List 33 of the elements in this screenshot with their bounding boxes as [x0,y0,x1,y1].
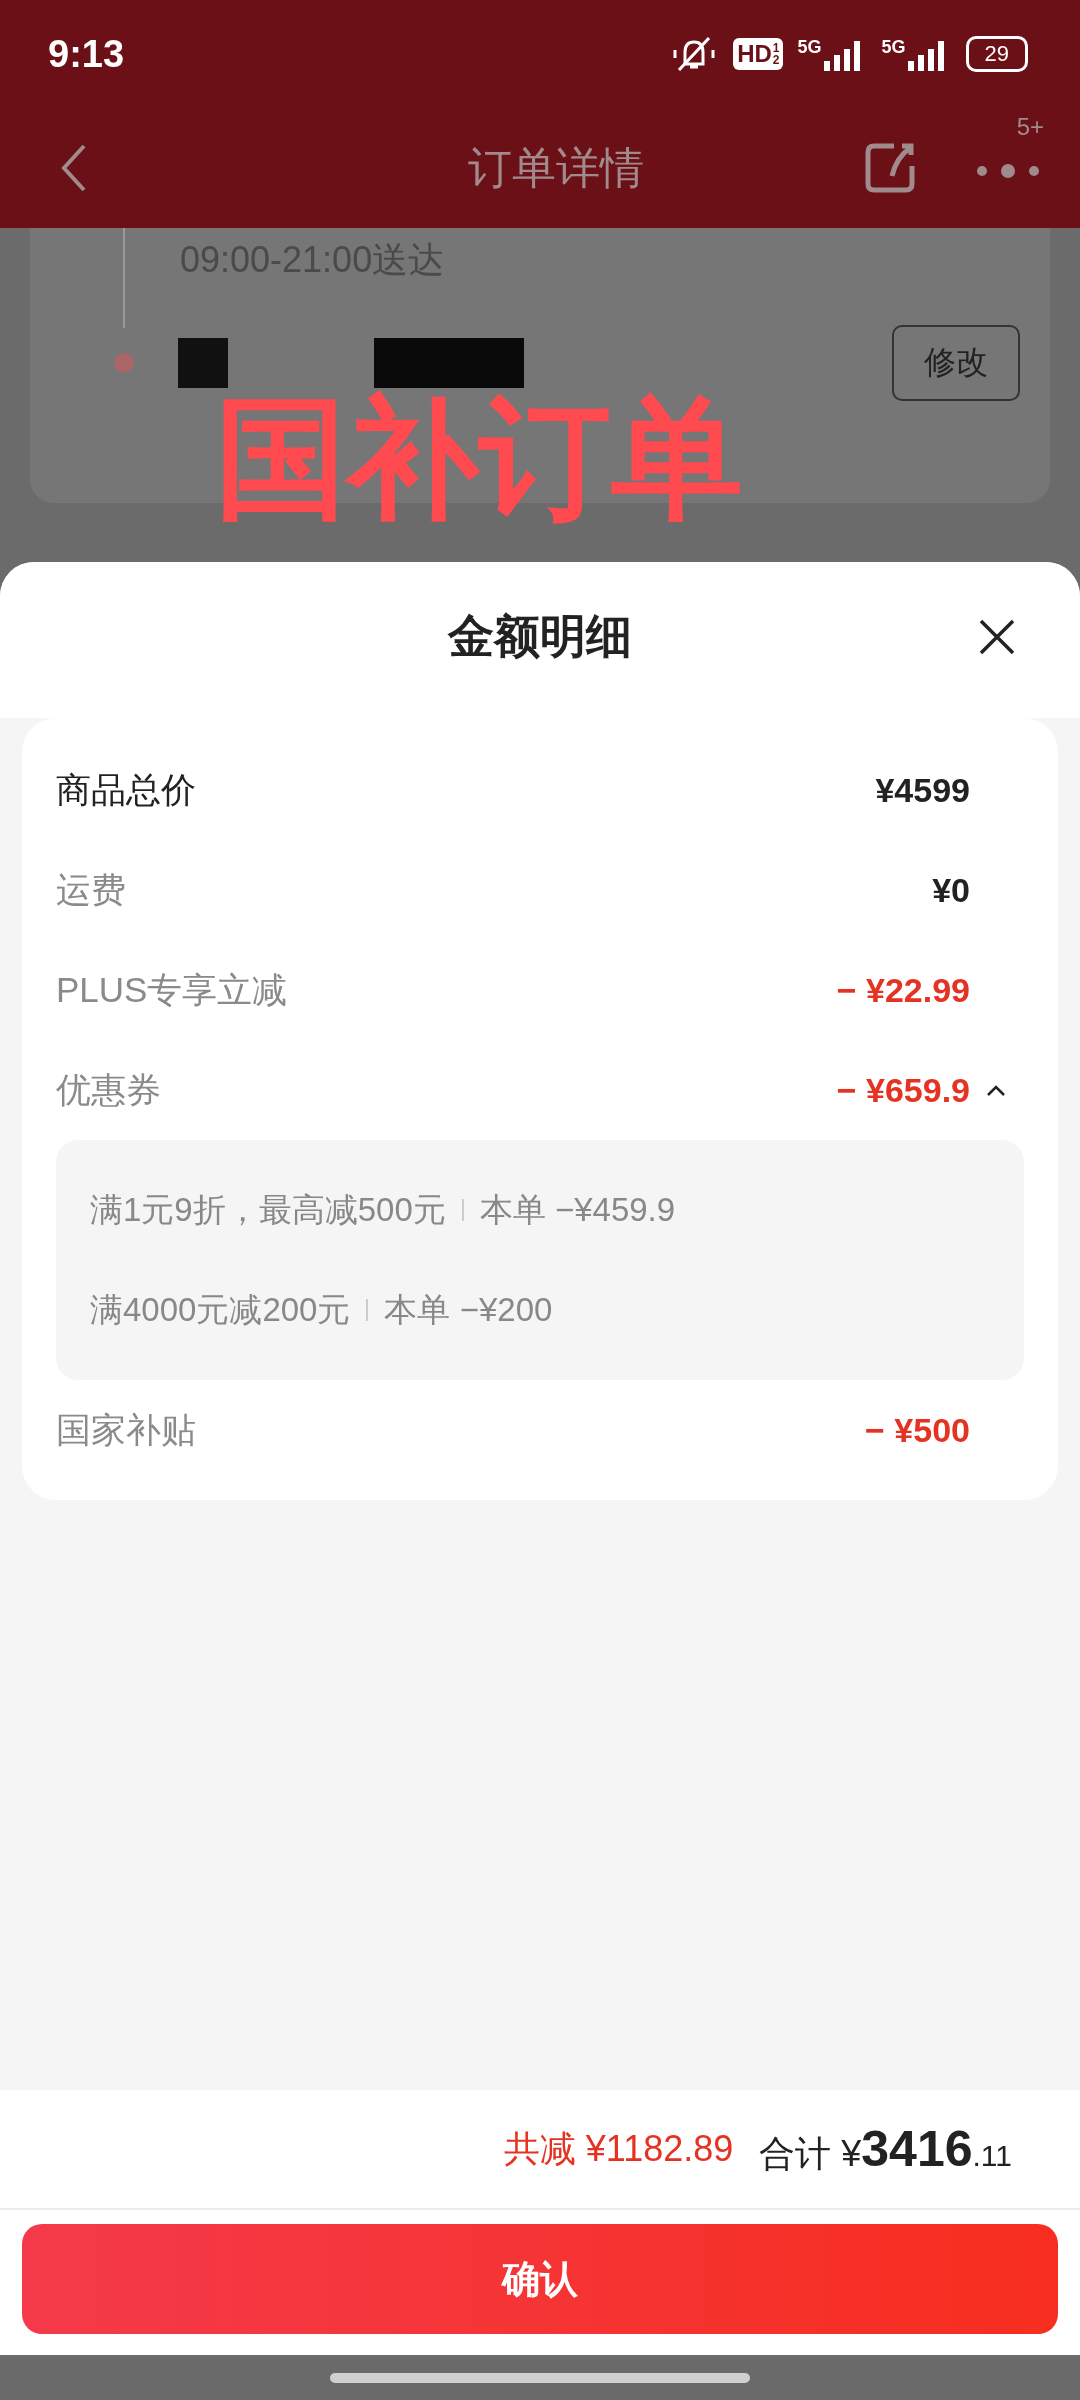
price-value: − ¥659.9 [836,1070,970,1110]
chevron-icon[interactable] [986,1084,1006,1096]
total-savings: 共减 ¥1182.89 [503,2126,734,2171]
notification-count: 5+ [1016,113,1044,141]
price-label: PLUS专享立减 [56,968,288,1011]
coupon-condition: 满4000元减200元 [90,1289,351,1330]
total-amount: 合计 ¥3416.11 [759,2119,1012,2179]
coupon-condition: 满1元9折，最高减500元 [90,1189,446,1230]
close-icon[interactable] [978,618,1016,656]
price-label: 国家补贴 [56,1408,196,1451]
price-value: − ¥22.99 [836,970,970,1010]
price-value: − ¥500 [865,1410,970,1450]
edit-button[interactable]: 修改 [892,325,1020,401]
price-label: 优惠券 [56,1068,161,1111]
more-icon[interactable] [976,161,1040,181]
coupon-applied: 本单 −¥459.9 [479,1189,676,1230]
home-indicator[interactable] [330,2372,750,2383]
network-label: 5G [797,37,822,58]
price-label: 运费 [56,868,126,911]
timeline-dot [114,353,134,373]
price-value: ¥4599 [875,770,970,810]
confirm-button[interactable]: 确认 [22,2224,1058,2334]
redaction-block [178,338,228,388]
price-label: 商品总价 [56,768,196,811]
network-label: 5G [881,37,906,58]
share-icon[interactable] [864,142,916,194]
status-time: 9:13 [48,32,125,76]
page-title: 订单详情 [467,141,645,194]
price-value: ¥0 [932,870,970,910]
coupon-applied: 本单 −¥200 [384,1289,553,1330]
battery-indicator: 29 [965,36,1028,72]
sheet-title: 金额明细 [448,609,632,664]
back-icon[interactable] [60,142,88,194]
